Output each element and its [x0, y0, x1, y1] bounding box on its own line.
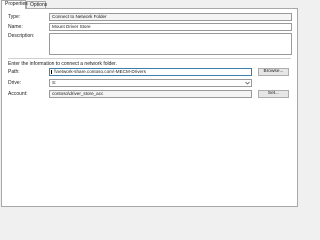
drive-select[interactable]: S:	[49, 79, 252, 87]
path-value: \\network-share.contoso.com\-MECM-Driver…	[54, 69, 146, 74]
description-textarea[interactable]	[49, 33, 292, 55]
tab-properties[interactable]: Properties	[1, 0, 28, 9]
browse-button[interactable]: Browse...	[258, 68, 289, 76]
instruction-text: Enter the information to connect a netwo…	[8, 61, 117, 67]
type-label: Type:	[8, 14, 21, 20]
text-caret	[51, 70, 52, 74]
drive-label: Drive:	[8, 80, 22, 86]
name-input[interactable]: Mount Driver Store	[49, 23, 292, 31]
set-account-button[interactable]: Set...	[258, 90, 289, 98]
type-field: Connect to Network Folder	[49, 13, 292, 21]
path-label: Path:	[8, 69, 20, 75]
properties-panel: Type: Connect to Network Folder Name: Mo…	[1, 8, 298, 207]
name-label: Name:	[8, 24, 23, 30]
account-field: contoso\driver_store_acc	[49, 90, 252, 98]
account-label: Account:	[8, 91, 28, 97]
description-label: Description:	[8, 33, 35, 39]
section-divider	[8, 58, 291, 59]
drive-value: S:	[52, 80, 57, 85]
chevron-down-icon	[245, 81, 250, 85]
path-input[interactable]: \\network-share.contoso.com\-MECM-Driver…	[49, 68, 252, 76]
